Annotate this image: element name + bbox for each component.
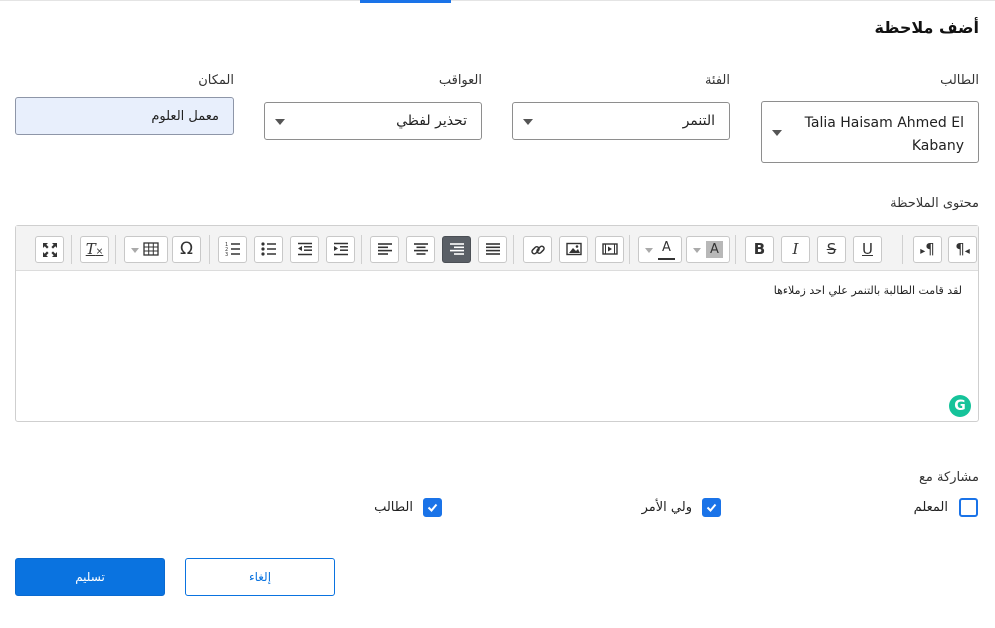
teacher-checkbox[interactable] (959, 498, 978, 517)
top-divider (0, 0, 995, 1)
chevron-down-icon (275, 119, 285, 125)
editor-content[interactable]: لقد قامت الطالبة بالتنمر علي احد زملاءها (774, 284, 962, 297)
toolbar-separator (513, 235, 514, 264)
place-label: المكان (198, 73, 234, 88)
category-select-value: التنمر (682, 113, 715, 129)
chevron-down-icon (131, 248, 139, 253)
form-title: أضف ملاحظة (874, 18, 979, 37)
category-select[interactable]: التنمر (512, 102, 730, 140)
student-label: الطالب (940, 73, 979, 88)
place-field[interactable]: معمل العلوم (15, 97, 234, 135)
toolbar-separator (735, 235, 736, 264)
background-color-icon[interactable]: A (686, 236, 730, 263)
svg-text:3: 3 (225, 252, 228, 256)
clear-formatting-icon[interactable]: T× (80, 236, 109, 263)
teacher-checkbox-label: المعلم (913, 500, 948, 515)
table-icon[interactable] (124, 236, 168, 263)
rich-text-editor[interactable]: ¶◂ ▸¶ U S I B A A 1 2 3 Ω T× لقد قامت ال… (15, 225, 979, 422)
check-icon (427, 503, 438, 512)
outdent-icon[interactable] (290, 236, 319, 263)
share-with-label: مشاركة مع (919, 470, 979, 485)
student-select[interactable]: Talia Haisam Ahmed El Kabany (761, 101, 979, 163)
toolbar-separator (361, 235, 362, 264)
special-character-icon[interactable]: Ω (172, 236, 201, 263)
align-right-icon[interactable] (442, 236, 471, 263)
strikethrough-icon[interactable]: S (817, 236, 846, 263)
link-icon[interactable] (523, 236, 552, 263)
consequences-select-value: تحذير لفظي (396, 113, 467, 129)
consequences-label: العواقب (438, 73, 482, 88)
parent-checkbox-label: ولي الأمر (641, 500, 692, 515)
indent-icon[interactable] (326, 236, 355, 263)
toolbar-separator (115, 235, 116, 264)
student-checkbox-label: الطالب (374, 500, 413, 515)
bulleted-list-icon[interactable] (254, 236, 283, 263)
submit-button[interactable]: تسليم (15, 558, 165, 596)
image-icon[interactable] (559, 236, 588, 263)
paragraph-rtl-icon[interactable]: ¶◂ (948, 236, 977, 263)
parent-checkbox[interactable] (702, 498, 721, 517)
numbered-list-icon[interactable]: 123 (218, 236, 247, 263)
toolbar-separator (629, 235, 630, 264)
chevron-down-icon (645, 248, 653, 253)
toolbar-separator (209, 235, 210, 264)
student-checkbox[interactable] (423, 498, 442, 517)
content-label: محتوى الملاحظة (890, 196, 979, 211)
bold-icon[interactable]: B (745, 236, 774, 263)
text-color-icon[interactable]: A (638, 236, 682, 263)
check-icon (706, 503, 717, 512)
editor-toolbar: ¶◂ ▸¶ U S I B A A 1 2 3 Ω T× (16, 226, 978, 271)
chevron-down-icon (523, 119, 533, 125)
fullscreen-icon[interactable] (35, 236, 64, 263)
toolbar-separator (902, 235, 903, 264)
align-left-icon[interactable] (370, 236, 399, 263)
cancel-button[interactable]: إلغاء (185, 558, 335, 596)
grammarly-icon[interactable]: G (949, 395, 971, 417)
paragraph-ltr-icon[interactable]: ▸¶ (913, 236, 942, 263)
chevron-down-icon (693, 248, 701, 253)
media-icon[interactable] (595, 236, 624, 263)
chevron-down-icon (772, 130, 782, 136)
active-tab-indicator (360, 0, 451, 3)
consequences-select[interactable]: تحذير لفظي (264, 102, 482, 140)
align-center-icon[interactable] (406, 236, 435, 263)
italic-icon[interactable]: I (781, 236, 810, 263)
category-label: الفئة (704, 73, 730, 88)
student-select-value: Talia Haisam Ahmed El Kabany (804, 115, 964, 154)
underline-icon[interactable]: U (853, 236, 882, 263)
align-justify-icon[interactable] (478, 236, 507, 263)
toolbar-separator (71, 235, 72, 264)
